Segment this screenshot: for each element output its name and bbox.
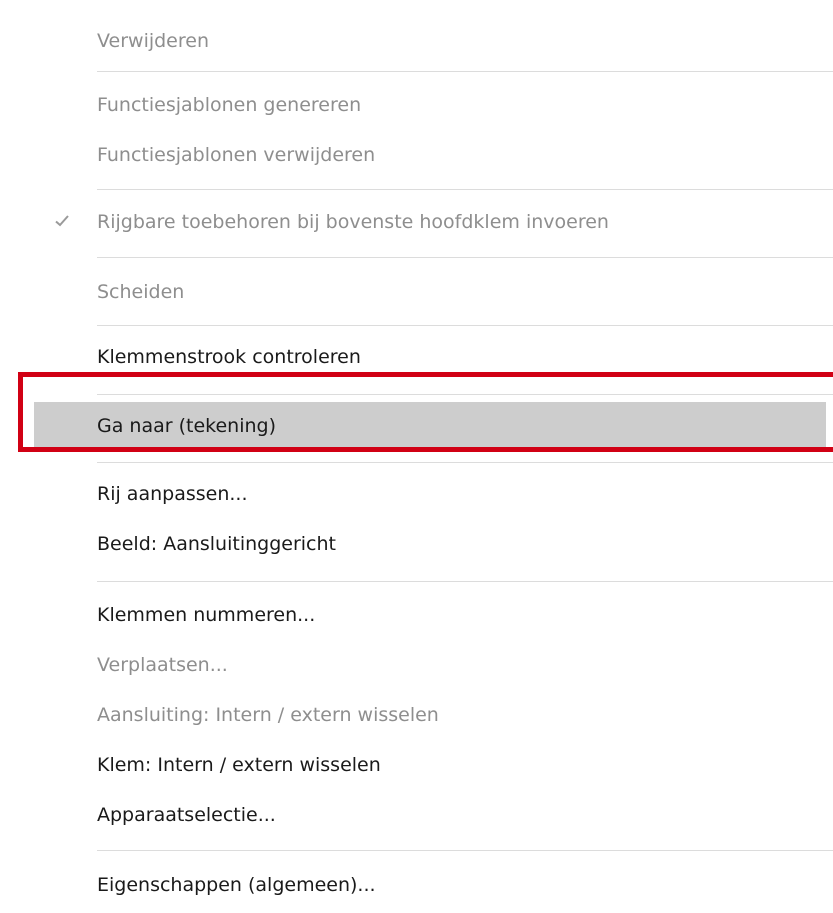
context-menu: Verwijderen Functiesjablonen genereren F… (0, 0, 833, 913)
menu-item-functiesjablonen-verwijderen[interactable]: Functiesjablonen verwijderen (97, 142, 833, 168)
menu-item-klemmen-nummeren[interactable]: Klemmen nummeren... (97, 602, 833, 628)
menu-item-verplaatsen[interactable]: Verplaatsen... (97, 652, 833, 678)
menu-separator (97, 581, 833, 582)
menu-item-scheiden[interactable]: Scheiden (97, 279, 833, 305)
menu-separator (97, 257, 833, 258)
menu-item-beeld-aansluitinggericht[interactable]: Beeld: Aansluitinggericht (97, 531, 833, 557)
menu-item-functiesjablonen-genereren[interactable]: Functiesjablonen genereren (97, 92, 833, 118)
menu-item-apparaatselectie[interactable]: Apparaatselectie... (97, 802, 833, 828)
menu-separator (97, 325, 833, 326)
menu-item-eigenschappen-algemeen[interactable]: Eigenschappen (algemeen)... (97, 872, 833, 898)
menu-separator (97, 189, 833, 190)
menu-item-aansluiting-wisselen[interactable]: Aansluiting: Intern / extern wisselen (97, 702, 833, 728)
menu-item-rijgbare-toebehoren[interactable]: Rijgbare toebehoren bij bovenste hoofdkl… (97, 209, 833, 235)
menu-item-verwijderen[interactable]: Verwijderen (97, 28, 833, 54)
menu-separator (97, 850, 833, 851)
menu-separator (97, 71, 833, 72)
menu-item-klem-wisselen[interactable]: Klem: Intern / extern wisselen (97, 752, 833, 778)
menu-separator (97, 462, 833, 463)
menu-item-rij-aanpassen[interactable]: Rij aanpassen... (97, 481, 833, 507)
menu-item-klemmenstrook-controleren[interactable]: Klemmenstrook controleren (97, 344, 833, 370)
checkmark-icon (55, 215, 69, 227)
highlight-annotation-box (18, 372, 833, 452)
